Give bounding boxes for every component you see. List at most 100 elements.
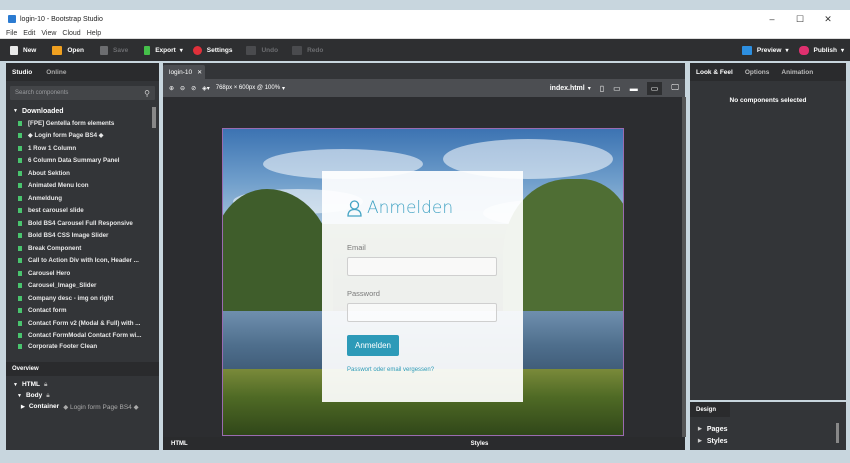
menu-file[interactable]: File (6, 30, 17, 37)
styles-panel-tab[interactable]: Styles (471, 441, 489, 447)
list-item[interactable]: Company desc - img on right (6, 292, 159, 305)
search-icon[interactable]: ⚲ (144, 89, 150, 98)
lock-icon[interactable]: 🔒︎ (44, 381, 47, 389)
list-item[interactable]: Bold BS4 Carousel Full Responsive (6, 217, 159, 230)
no-guides-icon[interactable]: ⊘ (191, 85, 196, 92)
tab-login-10[interactable]: login-10 ✕ (163, 65, 205, 79)
tab-label: login-10 (169, 68, 193, 76)
component-icon (18, 344, 22, 349)
tab-online[interactable]: Online (46, 69, 66, 76)
save-button[interactable]: Save (100, 45, 128, 55)
undo-button[interactable]: Undo (246, 45, 278, 55)
list-item[interactable]: Corporate Footer Clean (6, 342, 159, 351)
list-item[interactable]: Contact Form v2 (Modal & Full) with ... (6, 317, 159, 330)
tab-overview[interactable]: Overview (6, 362, 159, 376)
password-field[interactable] (347, 303, 497, 322)
zoom-in-icon[interactable]: ⊕ (169, 85, 174, 92)
component-label: Bold BS4 Carousel Full Responsive (28, 219, 133, 227)
component-list-scrollbar[interactable] (152, 107, 156, 128)
redo-button[interactable]: Redo (292, 45, 323, 55)
html-panel-tab[interactable]: HTML (171, 441, 188, 447)
component-label: Corporate Footer Clean (28, 343, 98, 350)
list-item[interactable]: 1 Row 1 Column (6, 142, 159, 155)
list-item[interactable]: ◆ Login form Page BS4 ◆ (6, 130, 159, 143)
search-input[interactable]: Search components ⚲ (10, 86, 155, 100)
maximize-button[interactable]: ☐ (786, 14, 814, 25)
list-item[interactable]: Animated Menu Icon (6, 180, 159, 193)
group-downloaded[interactable]: ▼ Downloaded (6, 105, 159, 117)
preview-button[interactable]: Preview ▾ (741, 45, 789, 55)
component-label: Contact form (28, 307, 67, 315)
list-item[interactable]: Anmeldung (6, 192, 159, 205)
bottom-bar: HTML Styles (163, 437, 685, 450)
tree-node-pages[interactable]: ▶ Pages (690, 423, 846, 435)
desktop-icon[interactable]: ▭ (646, 81, 663, 95)
monitor-icon[interactable]: 🖵︎ (671, 83, 679, 93)
list-item[interactable]: 6 Column Data Summary Panel (6, 155, 159, 168)
tree-node-container[interactable]: ▶ Container ◆ Login form Page BS4 ◆ (6, 401, 159, 412)
viewport-size[interactable]: 768px × 600px @ 100% (216, 85, 280, 91)
phone-icon[interactable]: ▯ (600, 84, 604, 93)
list-item[interactable]: best carousel slide (6, 205, 159, 218)
new-button[interactable]: New (10, 45, 36, 55)
list-item[interactable]: Contact form (6, 305, 159, 318)
forgot-password-link[interactable]: Passwort oder email vergessen? (347, 367, 434, 373)
email-label: Email (347, 243, 366, 252)
login-card[interactable]: Anmelden Email Password Anmelden Passwor… (322, 171, 523, 402)
list-item[interactable]: About Sektion (6, 167, 159, 180)
component-label: Carousel Hero (28, 269, 71, 277)
tablet-icon[interactable]: ▭ (613, 84, 621, 93)
tree-node-html[interactable]: ▼ HTML 🔒︎ (6, 379, 159, 390)
list-item[interactable]: Carousel_Image_Slider (6, 280, 159, 293)
list-item[interactable]: Contact FormModal Contact Form wi... (6, 330, 159, 343)
chevron-down-icon: ▾ (587, 85, 591, 92)
list-item[interactable]: Carousel Hero (6, 267, 159, 280)
canvas-scrollbar[interactable] (682, 97, 686, 437)
component-label: Call to Action Div with Icon, Header ... (28, 257, 139, 265)
search-placeholder: Search components (15, 90, 69, 96)
list-item[interactable]: Call to Action Div with Icon, Header ... (6, 255, 159, 268)
tab-studio[interactable]: Studio (12, 69, 32, 76)
lock-icon[interactable]: 🔒︎ (46, 392, 49, 400)
laptop-icon[interactable]: ▬ (630, 84, 638, 93)
tree-node-styles[interactable]: ▶ Styles (690, 435, 846, 447)
component-icon (18, 258, 22, 264)
component-label: About Sektion (28, 169, 70, 177)
publish-button[interactable]: Publish ▾ (798, 45, 844, 55)
component-icon (18, 245, 22, 251)
close-icon[interactable]: ✕ (197, 69, 202, 76)
layers-icon[interactable]: ◈▾ (202, 85, 210, 92)
tab-look-feel[interactable]: Look & Feel (696, 69, 733, 76)
login-button[interactable]: Anmelden (347, 335, 399, 356)
page-preview[interactable]: Anmelden Email Password Anmelden Passwor… (222, 128, 624, 436)
component-icon (18, 220, 22, 226)
settings-button[interactable]: Settings (192, 45, 233, 55)
page-select[interactable]: index.html (550, 85, 585, 92)
redo-icon (292, 45, 303, 55)
menu-view[interactable]: View (41, 30, 56, 37)
tab-design[interactable]: Design (690, 402, 730, 417)
list-item[interactable]: [FPE] Gentella form elements (6, 117, 159, 130)
list-item[interactable]: Bold BS4 CSS Image Slider (6, 230, 159, 243)
menu-help[interactable]: Help (87, 30, 101, 37)
chevron-down-icon: ▾ (179, 47, 183, 54)
component-icon (18, 308, 22, 314)
menu-bar: File Edit View Cloud Help (0, 28, 850, 39)
design-scrollbar[interactable] (836, 423, 839, 443)
tab-animation[interactable]: Animation (781, 69, 813, 76)
open-button[interactable]: Open (52, 45, 84, 55)
component-label: Company desc - img on right (28, 294, 114, 302)
list-item[interactable]: Break Component (6, 242, 159, 255)
menu-edit[interactable]: Edit (23, 30, 35, 37)
tab-options[interactable]: Options (745, 69, 770, 76)
tree-node-body[interactable]: ▼ Body 🔒︎ (6, 390, 159, 401)
close-button[interactable]: ✕ (814, 14, 842, 25)
minimize-button[interactable]: – (758, 14, 786, 24)
menu-cloud[interactable]: Cloud (62, 30, 80, 37)
settings-label: Settings (206, 46, 233, 54)
component-icon (18, 333, 22, 339)
email-field[interactable] (347, 257, 497, 276)
zoom-out-icon[interactable]: ⊖ (180, 85, 185, 92)
export-button[interactable]: Export ▾ (144, 45, 183, 55)
preview-label: Preview (756, 46, 782, 54)
